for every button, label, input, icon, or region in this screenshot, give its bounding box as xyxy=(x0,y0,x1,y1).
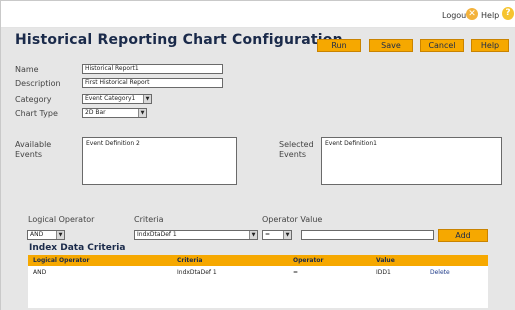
name-label: Name xyxy=(15,65,39,74)
chevron-down-icon[interactable]: ▼ xyxy=(249,231,257,239)
help-button[interactable]: Help xyxy=(471,39,509,52)
available-events-list[interactable]: Event Definition 2 xyxy=(82,137,237,185)
chevron-down-icon[interactable]: ▼ xyxy=(143,95,151,103)
main-panel: Historical Reporting Chart Configuration… xyxy=(1,28,515,310)
chevron-down-icon[interactable]: ▼ xyxy=(56,231,64,239)
table-row: AND IndxDtaDef 1 = IDD1 Delete xyxy=(28,266,488,278)
category-select[interactable]: Event Category1 ▼ xyxy=(82,94,152,104)
name-field[interactable]: Historical Report1 xyxy=(82,64,223,74)
selected-events-list[interactable]: Event Definition1 xyxy=(321,137,502,185)
list-item[interactable]: Event Definition 2 xyxy=(86,140,233,147)
column-header-operator: Operator xyxy=(293,257,324,264)
chart-type-select-value: 2D Bar xyxy=(85,109,106,116)
top-bar: Logout ✕ Help ? xyxy=(1,1,515,28)
cancel-button[interactable]: Cancel xyxy=(420,39,464,52)
page-title: Historical Reporting Chart Configuration xyxy=(15,32,343,48)
cell-value: IDD1 xyxy=(376,269,391,276)
cell-criteria: IndxDtaDef 1 xyxy=(177,269,217,276)
selected-events-label-line2: Events xyxy=(279,150,307,159)
description-label: Description xyxy=(15,79,61,88)
available-events-label-line2: Events xyxy=(15,150,43,159)
index-data-criteria-title: Index Data Criteria xyxy=(29,243,126,253)
operator-value: = xyxy=(265,231,271,238)
value-input[interactable] xyxy=(301,230,434,240)
operator-select[interactable]: = ▼ xyxy=(262,230,292,240)
selected-events-label-line1: Selected xyxy=(279,140,314,149)
add-button[interactable]: Add xyxy=(438,229,488,242)
close-circle-icon[interactable]: ✕ xyxy=(466,8,478,20)
list-item[interactable]: Event Definition1 xyxy=(325,140,498,147)
table-header: Logical Operator Criteria Operator Value xyxy=(28,255,488,266)
app-window: Logout ✕ Help ? Historical Reporting Cha… xyxy=(0,0,515,310)
category-label: Category xyxy=(15,95,52,104)
help-link[interactable]: Help xyxy=(481,11,499,20)
cell-operator: = xyxy=(293,269,299,276)
available-events-label-line1: Available xyxy=(15,140,52,149)
category-select-value: Event Category1 xyxy=(85,95,136,102)
logical-operator-select[interactable]: AND ▼ xyxy=(27,230,65,240)
criteria-label: Criteria xyxy=(134,215,164,224)
column-header-value: Value xyxy=(376,257,395,264)
chevron-down-icon[interactable]: ▼ xyxy=(283,231,291,239)
save-button[interactable]: Save xyxy=(369,39,413,52)
index-data-table: Logical Operator Criteria Operator Value… xyxy=(28,255,488,308)
logical-operator-label: Logical Operator xyxy=(28,215,95,224)
cell-logical-operator: AND xyxy=(33,269,47,276)
criteria-value: IndxDtaDef 1 xyxy=(137,231,177,238)
run-button[interactable]: Run xyxy=(317,39,361,52)
column-header-criteria: Criteria xyxy=(177,257,203,264)
chevron-down-icon[interactable]: ▼ xyxy=(138,109,146,117)
logical-operator-value: AND xyxy=(30,231,44,238)
column-header-logical-operator: Logical Operator xyxy=(33,257,90,264)
description-field[interactable]: First Historical Report xyxy=(82,78,223,88)
delete-link[interactable]: Delete xyxy=(430,269,450,276)
chart-type-select[interactable]: 2D Bar ▼ xyxy=(82,108,147,118)
help-circle-icon[interactable]: ? xyxy=(502,7,514,20)
criteria-select[interactable]: IndxDtaDef 1 ▼ xyxy=(134,230,258,240)
operator-value-label: Operator Value xyxy=(262,215,323,224)
chart-type-label: Chart Type xyxy=(15,109,58,118)
